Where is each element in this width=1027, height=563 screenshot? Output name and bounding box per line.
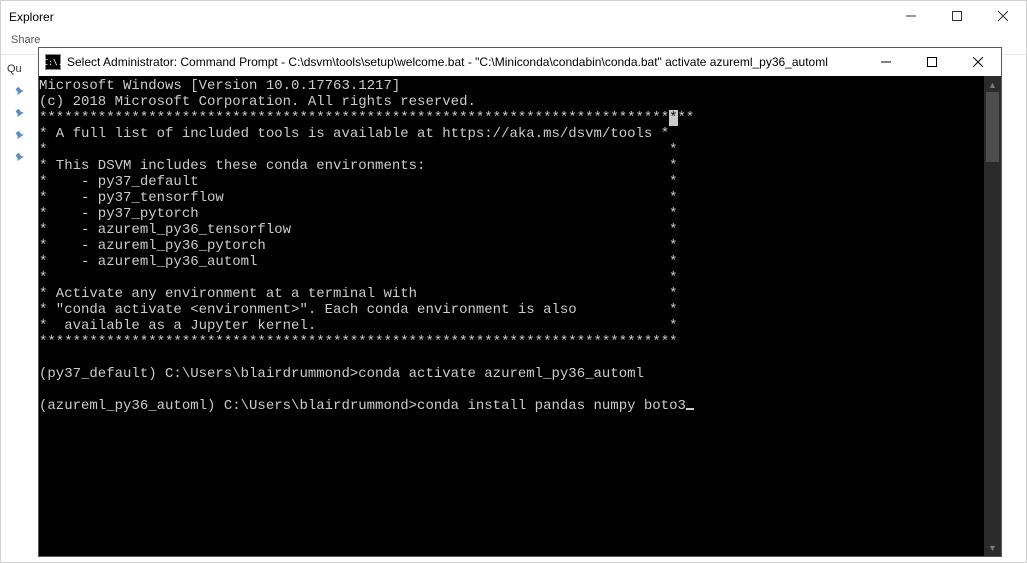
cmd-window: C:\. Select Administrator: Command Promp… [38,47,1002,557]
cmd-titlebar[interactable]: C:\. Select Administrator: Command Promp… [39,48,1001,76]
scroll-thumb[interactable] [986,92,999,162]
scrollbar[interactable]: ▲ ▼ [984,76,1001,556]
text-cursor [686,408,694,410]
scroll-up-arrow[interactable]: ▲ [984,76,1001,93]
pin-icon [1,81,39,103]
close-button[interactable] [980,1,1026,31]
explorer-nav-pane: Qu [1,57,39,169]
quick-access-label[interactable]: Qu [1,57,39,81]
scroll-down-arrow[interactable]: ▼ [984,539,1001,556]
minimize-button[interactable] [863,48,909,76]
pin-icon [1,147,39,169]
maximize-button[interactable] [909,48,955,76]
cmd-icon: C:\. [45,54,61,70]
explorer-title: Explorer [9,8,54,24]
explorer-window-controls [888,1,1026,31]
cmd-title: Select Administrator: Command Prompt - C… [67,55,863,69]
cmd-output[interactable]: Microsoft Windows [Version 10.0.17763.12… [39,76,984,556]
cmd-window-controls [863,48,1001,76]
explorer-titlebar[interactable]: Explorer [1,1,1026,31]
pin-icon [1,125,39,147]
maximize-button[interactable] [934,1,980,31]
cmd-body: Microsoft Windows [Version 10.0.17763.12… [39,76,1001,556]
pin-icon [1,103,39,125]
close-button[interactable] [955,48,1001,76]
minimize-button[interactable] [888,1,934,31]
